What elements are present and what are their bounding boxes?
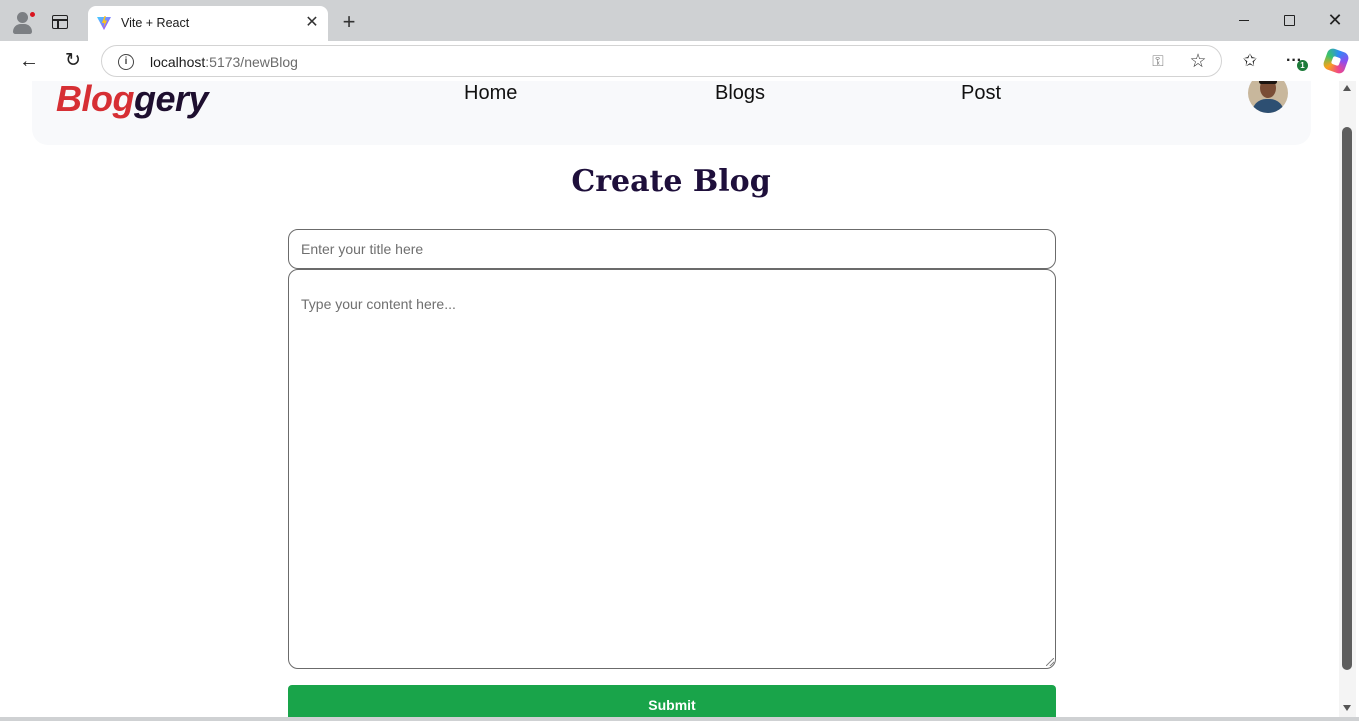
tab-title: Vite + React <box>121 16 190 30</box>
address-bar[interactable]: i localhost:5173/newBlog ⚿ ☆ <box>101 45 1222 77</box>
profile-icon[interactable] <box>10 10 36 36</box>
scroll-down-arrow-icon[interactable] <box>1343 705 1351 711</box>
browser-toolbar: ← ↻ i localhost:5173/newBlog ⚿ ☆ ✩ ··· <box>0 41 1359 81</box>
url-text[interactable]: localhost:5173/newBlog <box>150 54 298 70</box>
scroll-up-arrow-icon[interactable] <box>1343 85 1351 91</box>
tab-close-icon[interactable]: ✕ <box>304 15 320 31</box>
scrollbar-thumb[interactable] <box>1342 127 1352 670</box>
blog-content-textarea[interactable] <box>288 269 1056 669</box>
new-tab-icon[interactable]: + <box>339 11 359 33</box>
site-info-icon[interactable]: i <box>118 54 134 70</box>
page-scrollbar[interactable] <box>1339 81 1356 717</box>
minimize-icon[interactable] <box>1234 10 1254 30</box>
window-frame-bottom <box>0 717 1359 721</box>
maximize-icon[interactable] <box>1279 10 1299 30</box>
page-title: Create Blog <box>571 164 771 199</box>
profile-notification-dot <box>29 11 36 18</box>
vite-favicon-icon <box>97 16 111 30</box>
nav-link-blogs[interactable]: Blogs <box>715 82 765 105</box>
blog-title-input[interactable] <box>288 229 1056 269</box>
submit-button[interactable]: Submit <box>288 685 1056 717</box>
nav-link-home[interactable]: Home <box>464 82 517 105</box>
tab-actions-icon[interactable] <box>52 15 68 29</box>
reload-icon[interactable]: ↻ <box>62 50 84 72</box>
window-close-icon[interactable]: ✕ <box>1325 10 1345 30</box>
site-logo[interactable]: Bloggery <box>56 81 209 120</box>
back-arrow-icon[interactable]: ← <box>18 50 40 72</box>
user-avatar[interactable] <box>1248 81 1288 113</box>
active-tab[interactable]: Vite + React ✕ <box>88 6 328 41</box>
site-navbar: Bloggery Home Blogs Post <box>32 81 1311 145</box>
favorites-list-icon[interactable]: ✩ <box>1239 50 1261 72</box>
page-viewport: Bloggery Home Blogs Post Create Blog Sub… <box>3 81 1339 717</box>
extension-badge: 1 <box>1297 60 1308 71</box>
nav-link-post[interactable]: Post <box>961 82 1001 105</box>
textarea-resize-handle[interactable] <box>1046 658 1054 666</box>
favorite-star-icon[interactable]: ☆ <box>1188 52 1208 72</box>
password-key-icon[interactable]: ⚿ <box>1149 53 1167 71</box>
browser-tab-bar: Vite + React ✕ + ✕ <box>0 0 1359 41</box>
